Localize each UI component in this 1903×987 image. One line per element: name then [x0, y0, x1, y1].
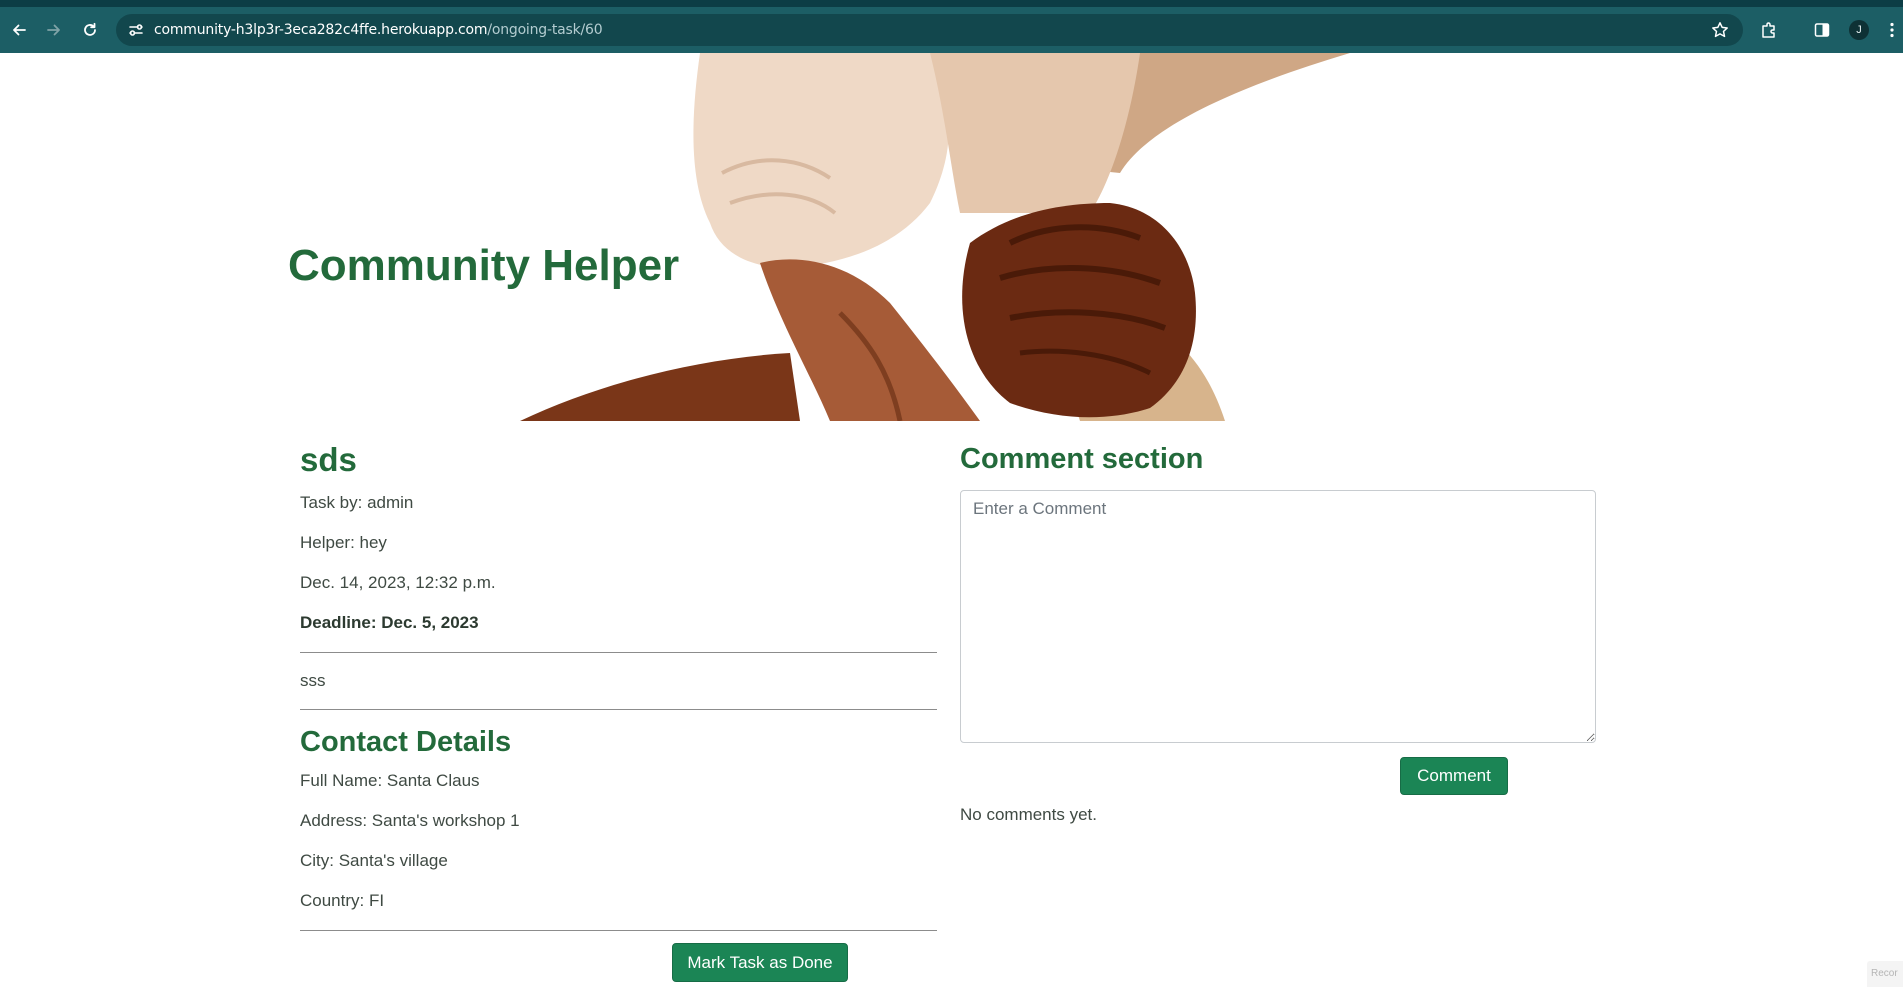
task-author: Task by: admin	[300, 493, 414, 512]
forward-arrow-icon[interactable]	[40, 16, 68, 44]
url-text: community-h3lp3r-3eca282c4ffe.herokuapp.…	[154, 14, 603, 46]
task-created-date: Dec. 14, 2023, 12:32 p.m.	[300, 573, 496, 592]
url-host: community-h3lp3r-3eca282c4ffe.herokuapp.…	[154, 22, 488, 38]
star-icon[interactable]	[1711, 21, 1729, 44]
contact-country: Country: FI	[300, 891, 385, 910]
kebab-menu-icon[interactable]	[1881, 16, 1903, 44]
contact-address: Address: Santa's workshop 1	[300, 811, 520, 830]
comment-section-heading: Comment section	[960, 443, 1204, 475]
task-description: sss	[300, 671, 326, 690]
web-page: Community Helper sds Task by: admin Help…	[0, 53, 1903, 987]
browser-toolbar: community-h3lp3r-3eca282c4ffe.herokuapp.…	[0, 7, 1903, 53]
reload-icon[interactable]	[76, 16, 104, 44]
side-panel-icon[interactable]	[1808, 16, 1836, 44]
contact-city: City: Santa's village	[300, 851, 448, 870]
divider	[300, 930, 937, 931]
comment-input[interactable]	[960, 490, 1596, 743]
contact-details-heading: Contact Details	[300, 726, 512, 758]
task-deadline: Deadline: Dec. 5, 2023	[300, 613, 479, 632]
mark-task-done-button[interactable]: Mark Task as Done	[672, 943, 848, 982]
comment-submit-button[interactable]: Comment	[1400, 757, 1508, 795]
site-title: Community Helper	[288, 241, 680, 290]
url-path: /ongoing-task/60	[487, 22, 603, 38]
tab-strip	[0, 0, 1903, 7]
avatar-initial: J	[1849, 20, 1869, 40]
recorder-watermark: Recor	[1867, 961, 1903, 987]
task-helper: Helper: hey	[300, 533, 387, 552]
divider	[300, 652, 937, 653]
site-settings-icon[interactable]	[128, 23, 144, 42]
address-bar[interactable]: community-h3lp3r-3eca282c4ffe.herokuapp.…	[116, 14, 1743, 46]
extensions-icon[interactable]	[1755, 16, 1783, 44]
profile-avatar[interactable]: J	[1845, 16, 1873, 44]
task-title: sds	[300, 441, 357, 478]
contact-full-name: Full Name: Santa Claus	[300, 771, 480, 790]
hero-banner: Community Helper	[0, 53, 1903, 421]
no-comments-text: No comments yet.	[960, 805, 1097, 824]
divider	[300, 709, 937, 710]
hero-image	[520, 53, 1350, 421]
back-arrow-icon[interactable]	[5, 16, 33, 44]
